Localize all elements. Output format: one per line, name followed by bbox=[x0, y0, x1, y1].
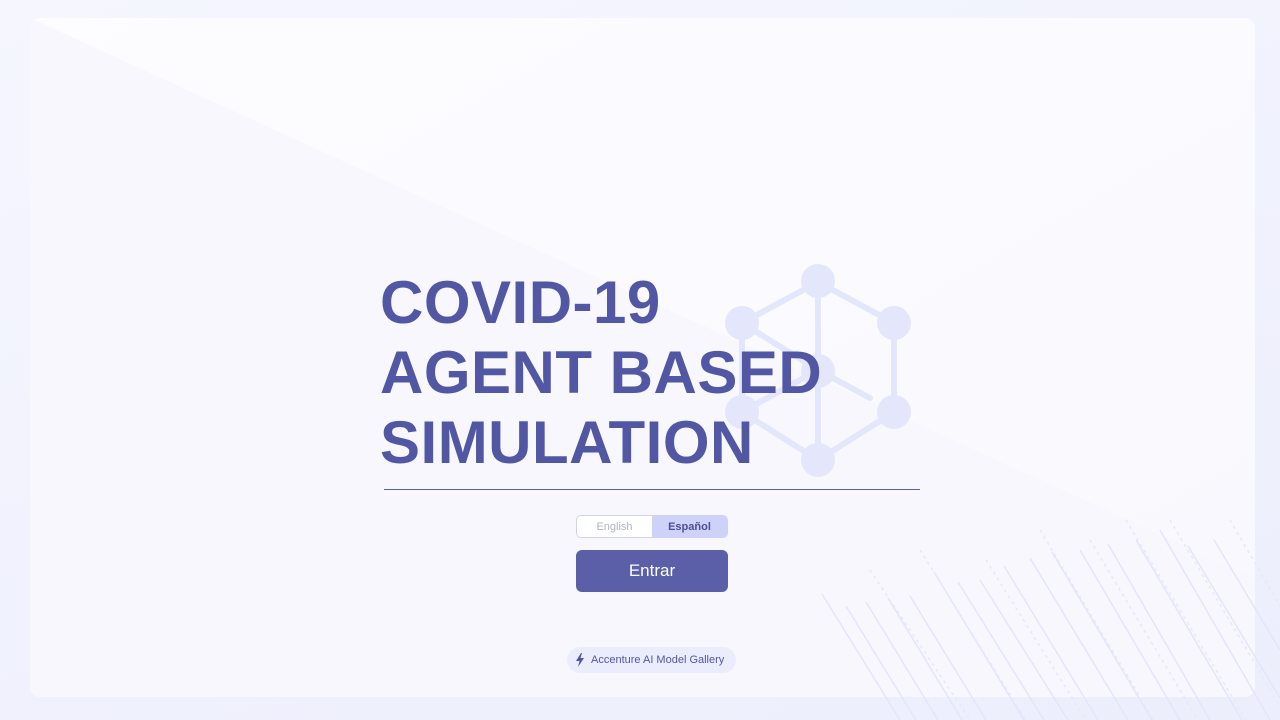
model-gallery-label: Accenture AI Model Gallery bbox=[591, 654, 725, 666]
language-toggle: English Español bbox=[576, 515, 728, 538]
title-line-3: SIMULATION bbox=[380, 409, 754, 476]
model-gallery-link[interactable]: Accenture AI Model Gallery bbox=[567, 647, 737, 673]
page-title: COVID-19 AGENT BASED SIMULATION bbox=[380, 268, 822, 478]
language-option-spanish[interactable]: Español bbox=[652, 516, 727, 537]
enter-button[interactable]: Entrar bbox=[576, 550, 728, 592]
title-line-1: COVID-19 bbox=[380, 269, 661, 336]
bolt-icon bbox=[575, 653, 585, 667]
title-line-2: AGENT BASED bbox=[380, 339, 823, 406]
title-divider bbox=[384, 489, 920, 490]
language-option-english[interactable]: English bbox=[577, 516, 652, 537]
